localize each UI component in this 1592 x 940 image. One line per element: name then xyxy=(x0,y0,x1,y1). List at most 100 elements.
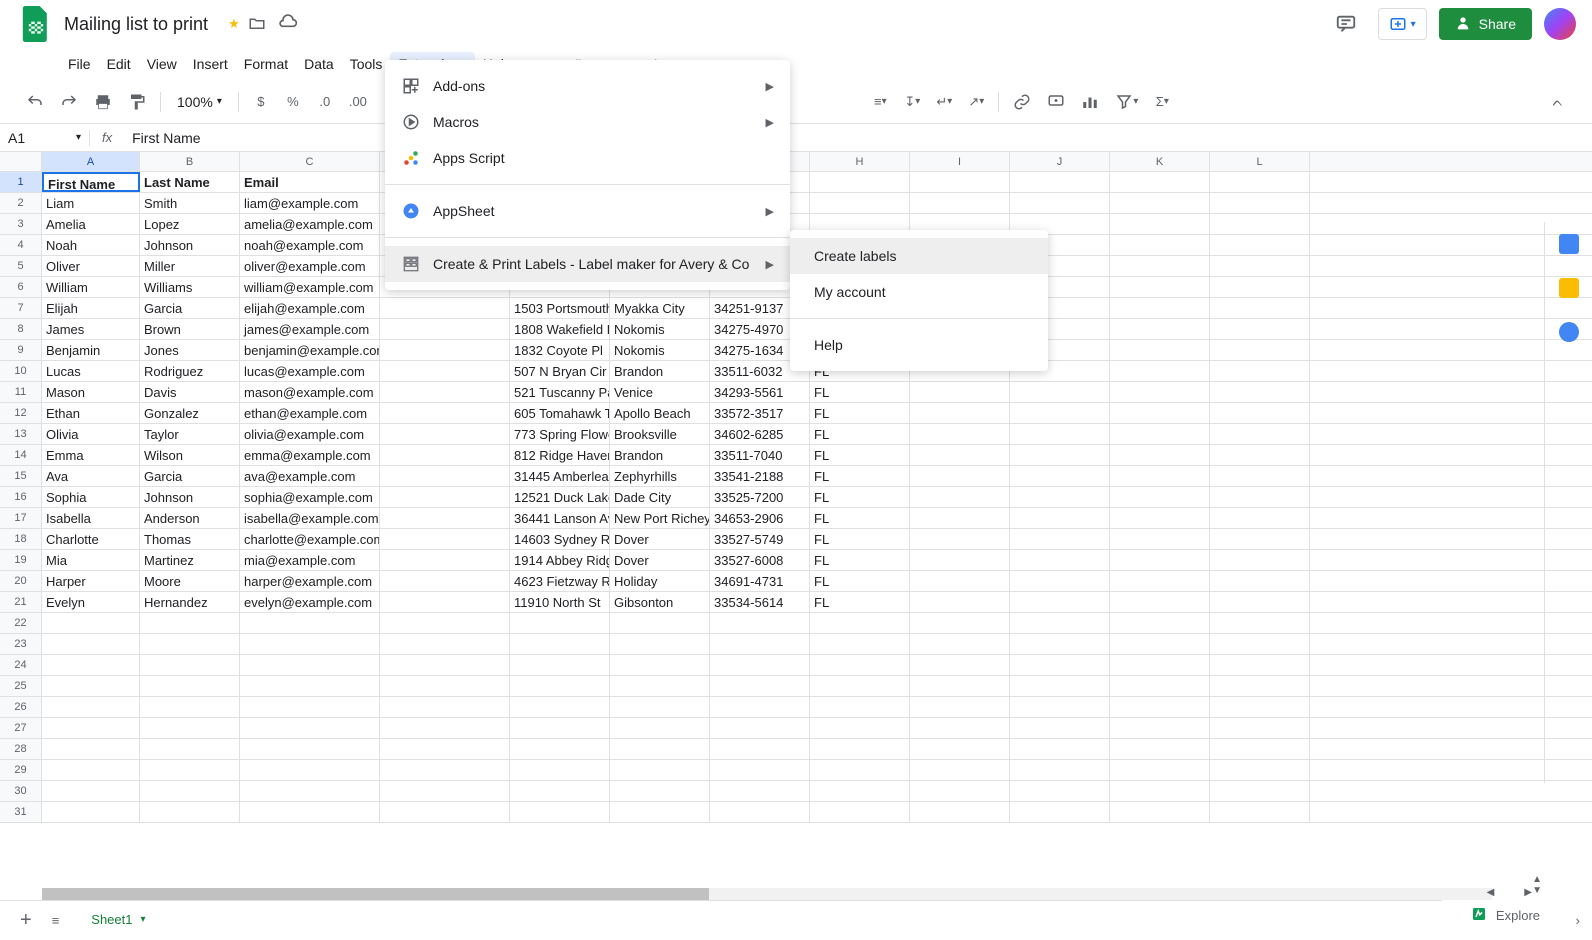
cell-E31[interactable] xyxy=(510,802,610,822)
cell-K23[interactable] xyxy=(1110,634,1210,654)
cell-I27[interactable] xyxy=(910,718,1010,738)
cell-C2[interactable]: liam@example.com xyxy=(240,193,380,213)
cell-G21[interactable]: 33534-5614 xyxy=(710,592,810,612)
cell-D8[interactable] xyxy=(380,319,510,339)
cell-H22[interactable] xyxy=(810,613,910,633)
cell-H27[interactable] xyxy=(810,718,910,738)
cell-D27[interactable] xyxy=(380,718,510,738)
move-icon[interactable] xyxy=(248,14,266,35)
cell-E10[interactable]: 507 N Bryan Cir xyxy=(510,361,610,381)
cell-A3[interactable]: Amelia xyxy=(42,214,140,234)
cell-A11[interactable]: Mason xyxy=(42,382,140,402)
cell-E25[interactable] xyxy=(510,676,610,696)
cell-D20[interactable] xyxy=(380,571,510,591)
cell-K7[interactable] xyxy=(1110,298,1210,318)
wrap-button[interactable]: ↵▾ xyxy=(930,88,958,116)
cell-H12[interactable]: FL xyxy=(810,403,910,423)
cell-K29[interactable] xyxy=(1110,760,1210,780)
cell-B16[interactable]: Johnson xyxy=(140,487,240,507)
tasks-icon[interactable] xyxy=(1559,322,1579,342)
cell-B17[interactable]: Anderson xyxy=(140,508,240,528)
cell-C4[interactable]: noah@example.com xyxy=(240,235,380,255)
cell-I29[interactable] xyxy=(910,760,1010,780)
row-header-3[interactable]: 3 xyxy=(0,214,42,234)
cell-G29[interactable] xyxy=(710,760,810,780)
cell-D14[interactable] xyxy=(380,445,510,465)
cell-C6[interactable]: william@example.com xyxy=(240,277,380,297)
cell-H17[interactable]: FL xyxy=(810,508,910,528)
cell-J29[interactable] xyxy=(1010,760,1110,780)
cell-C12[interactable]: ethan@example.com xyxy=(240,403,380,423)
cell-G25[interactable] xyxy=(710,676,810,696)
cell-B14[interactable]: Wilson xyxy=(140,445,240,465)
cell-E19[interactable]: 1914 Abbey Ridge Dr xyxy=(510,550,610,570)
cell-F17[interactable]: New Port Richey xyxy=(610,508,710,528)
cell-I26[interactable] xyxy=(910,697,1010,717)
cell-J25[interactable] xyxy=(1010,676,1110,696)
cell-A21[interactable]: Evelyn xyxy=(42,592,140,612)
cell-E13[interactable]: 773 Spring Flowers Tr xyxy=(510,424,610,444)
cell-D7[interactable] xyxy=(380,298,510,318)
cell-I2[interactable] xyxy=(910,193,1010,213)
cell-B23[interactable] xyxy=(140,634,240,654)
cell-G27[interactable] xyxy=(710,718,810,738)
cell-H31[interactable] xyxy=(810,802,910,822)
cell-I31[interactable] xyxy=(910,802,1010,822)
cell-K31[interactable] xyxy=(1110,802,1210,822)
cell-F11[interactable]: Venice xyxy=(610,382,710,402)
cell-I20[interactable] xyxy=(910,571,1010,591)
print-button[interactable] xyxy=(88,87,118,117)
cell-C21[interactable]: evelyn@example.com xyxy=(240,592,380,612)
cell-G28[interactable] xyxy=(710,739,810,759)
account-avatar[interactable] xyxy=(1544,8,1576,40)
cell-I16[interactable] xyxy=(910,487,1010,507)
redo-button[interactable] xyxy=(54,87,84,117)
cell-G31[interactable] xyxy=(710,802,810,822)
row-header-18[interactable]: 18 xyxy=(0,529,42,549)
collapse-toolbar-button[interactable]: ᨈ xyxy=(1544,88,1572,116)
cell-F8[interactable]: Nokomis xyxy=(610,319,710,339)
cell-C28[interactable] xyxy=(240,739,380,759)
cell-A31[interactable] xyxy=(42,802,140,822)
cell-J30[interactable] xyxy=(1010,781,1110,801)
cell-K6[interactable] xyxy=(1110,277,1210,297)
cell-J18[interactable] xyxy=(1010,529,1110,549)
row-header-11[interactable]: 11 xyxy=(0,382,42,402)
cell-D30[interactable] xyxy=(380,781,510,801)
scroll-down-icon[interactable]: ▼ xyxy=(1532,885,1542,896)
cell-C5[interactable]: oliver@example.com xyxy=(240,256,380,276)
add-sheet-button[interactable]: + xyxy=(16,905,36,936)
cell-K17[interactable] xyxy=(1110,508,1210,528)
cell-C15[interactable]: ava@example.com xyxy=(240,466,380,486)
cell-H15[interactable]: FL xyxy=(810,466,910,486)
cell-E17[interactable]: 36441 Lanson Ave xyxy=(510,508,610,528)
cell-A28[interactable] xyxy=(42,739,140,759)
share-button[interactable]: Share xyxy=(1439,8,1532,40)
cell-J23[interactable] xyxy=(1010,634,1110,654)
cell-B6[interactable]: Williams xyxy=(140,277,240,297)
cell-D26[interactable] xyxy=(380,697,510,717)
cell-G26[interactable] xyxy=(710,697,810,717)
cell-E23[interactable] xyxy=(510,634,610,654)
cell-D29[interactable] xyxy=(380,760,510,780)
cell-L14[interactable] xyxy=(1210,445,1310,465)
cell-A13[interactable]: Olivia xyxy=(42,424,140,444)
cell-K22[interactable] xyxy=(1110,613,1210,633)
cell-G12[interactable]: 33572-3517 xyxy=(710,403,810,423)
cell-K10[interactable] xyxy=(1110,361,1210,381)
cell-L27[interactable] xyxy=(1210,718,1310,738)
menu-tools[interactable]: Tools xyxy=(342,52,391,76)
cell-L8[interactable] xyxy=(1210,319,1310,339)
cell-I15[interactable] xyxy=(910,466,1010,486)
cell-B21[interactable]: Hernandez xyxy=(140,592,240,612)
cell-I14[interactable] xyxy=(910,445,1010,465)
cell-C25[interactable] xyxy=(240,676,380,696)
cell-F18[interactable]: Dover xyxy=(610,529,710,549)
cell-J27[interactable] xyxy=(1010,718,1110,738)
col-header-K[interactable]: K xyxy=(1110,152,1210,171)
cell-D10[interactable] xyxy=(380,361,510,381)
cell-E24[interactable] xyxy=(510,655,610,675)
rotate-button[interactable]: ↗▾ xyxy=(962,88,990,116)
cell-C23[interactable] xyxy=(240,634,380,654)
cell-L22[interactable] xyxy=(1210,613,1310,633)
